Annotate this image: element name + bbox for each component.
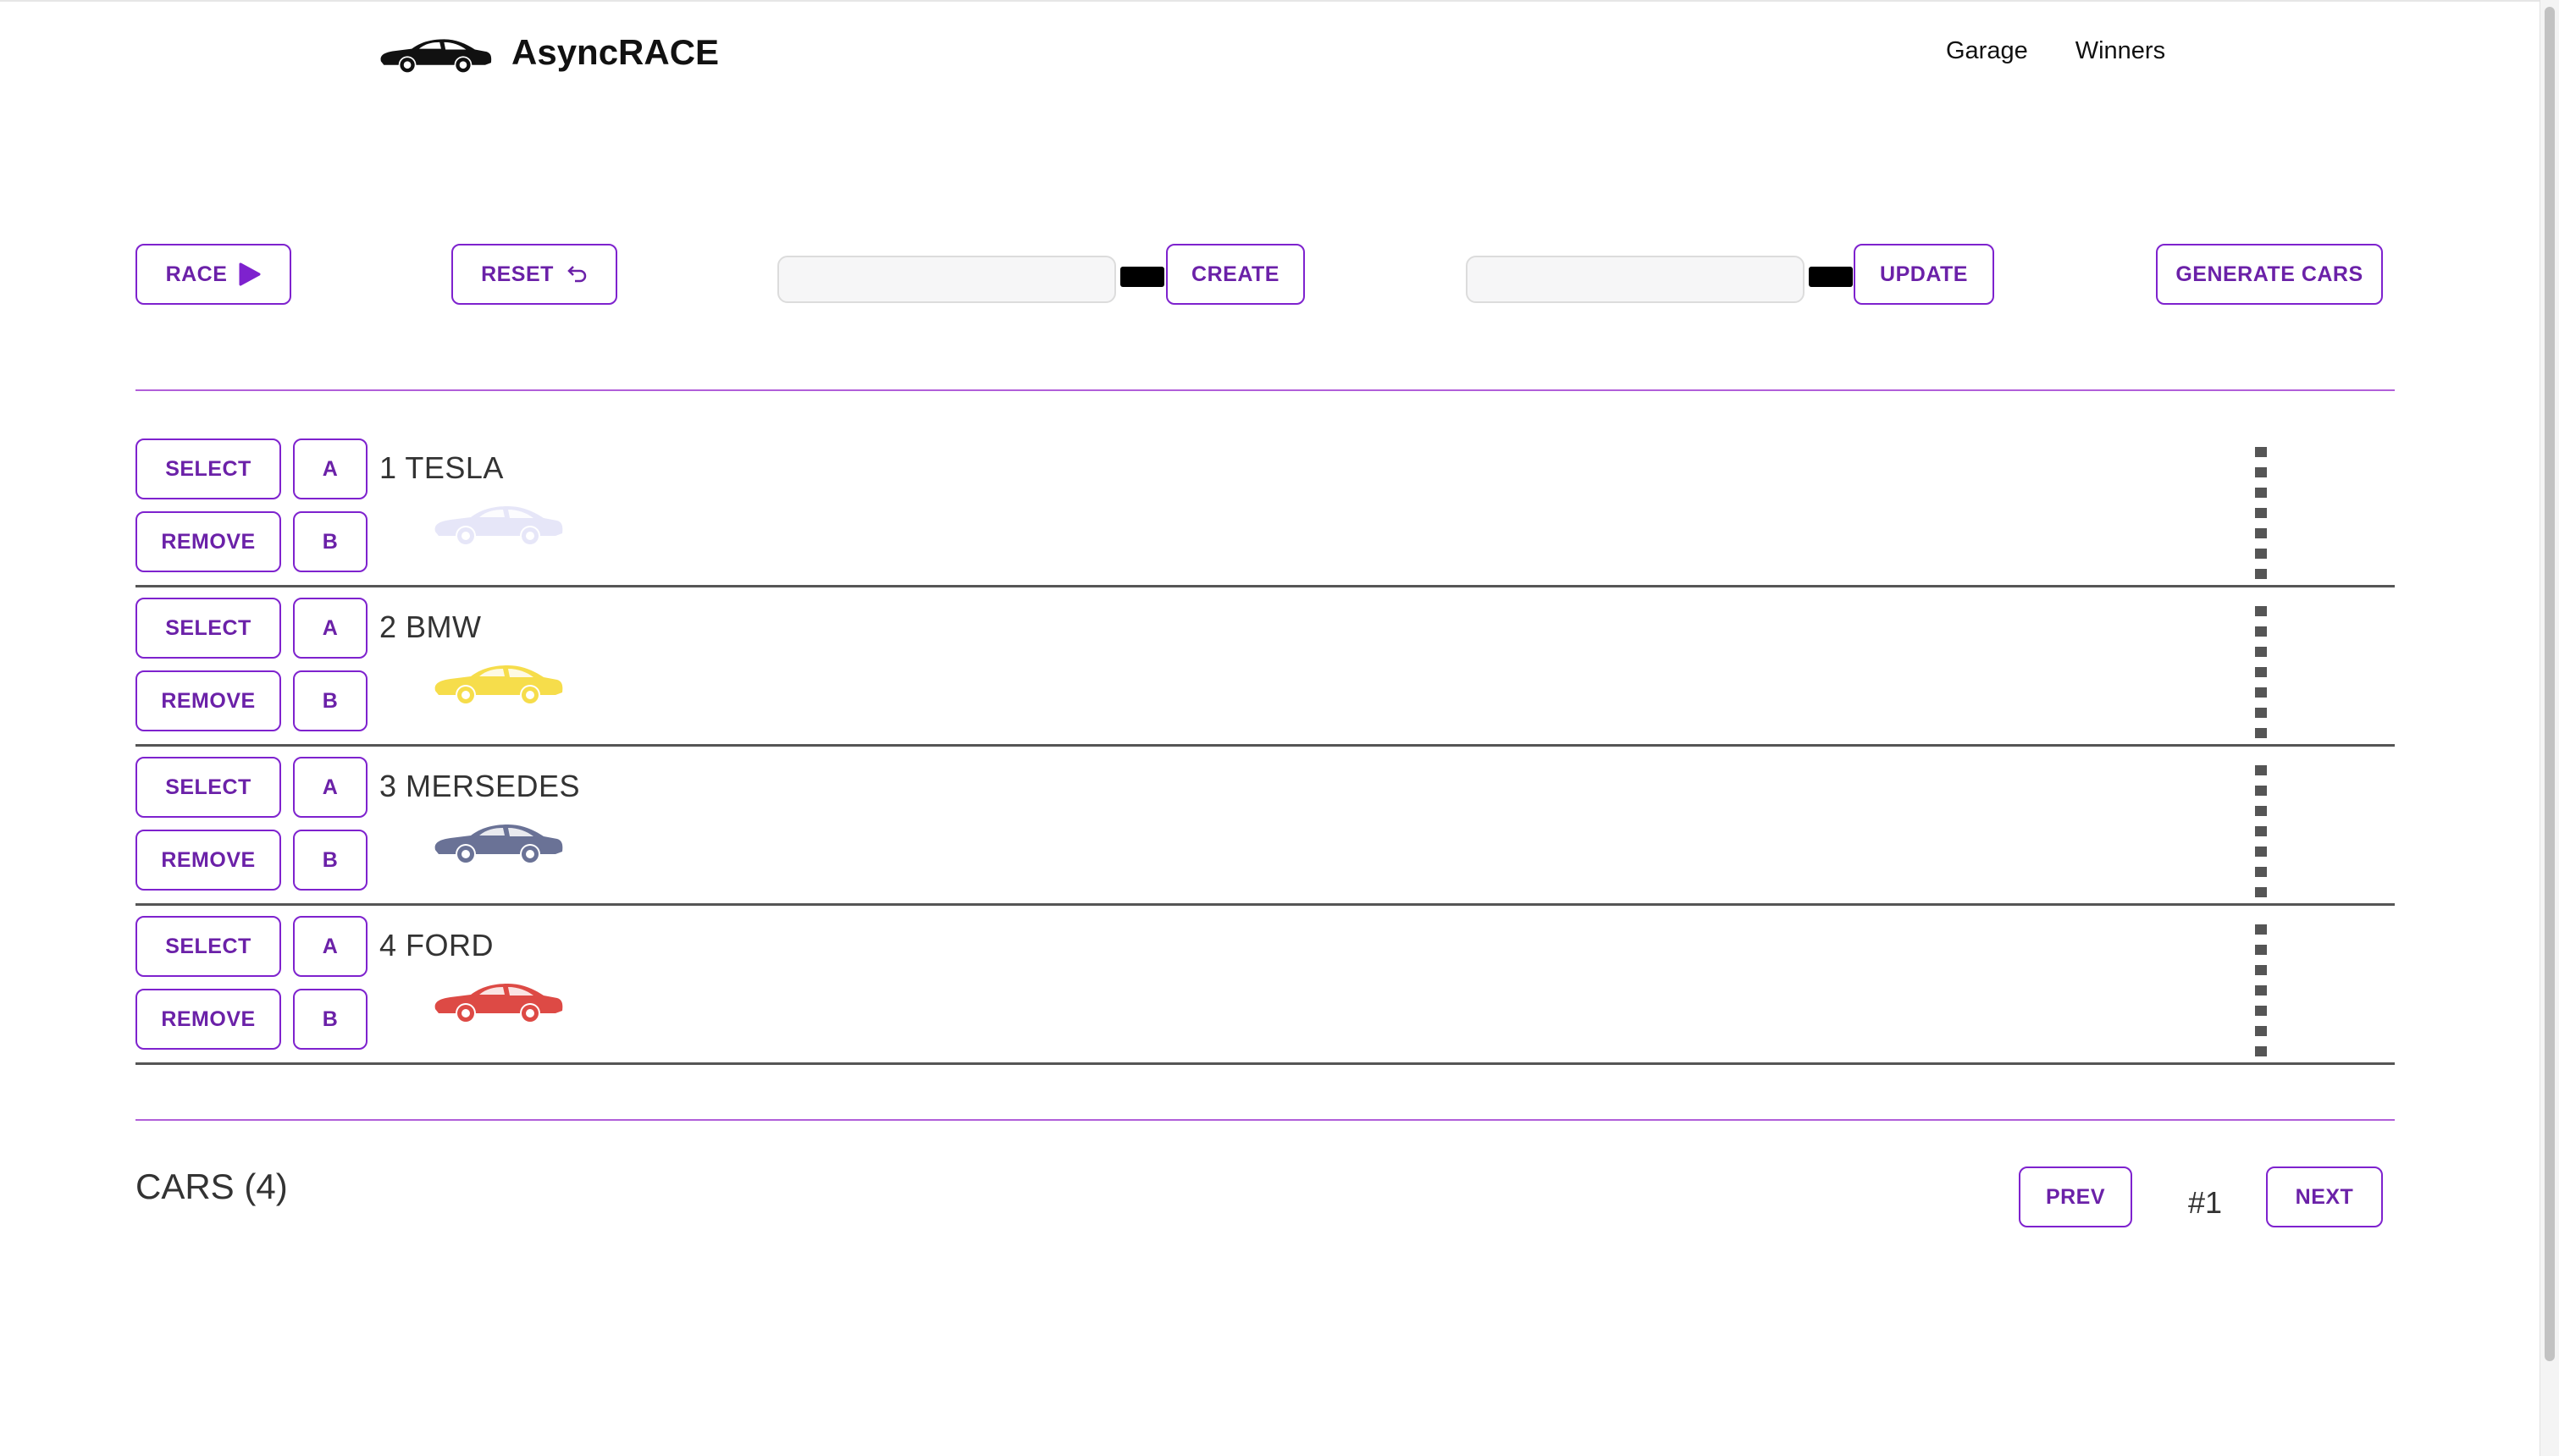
finish-line [2255, 765, 2267, 904]
garage-page: AsyncRACE Garage Winners RACE RESET CREA… [0, 0, 2540, 1456]
nav-winners[interactable]: Winners [2075, 37, 2165, 65]
race-button-label: RACE [165, 262, 228, 286]
top-divider [135, 389, 2395, 391]
remove-car-button[interactable]: REMOVE [135, 989, 281, 1050]
stop-engine-button[interactable]: B [293, 989, 368, 1050]
create-color-picker[interactable] [1120, 267, 1164, 287]
stop-engine-button[interactable]: B [293, 670, 368, 731]
prev-page-button[interactable]: PREV [2019, 1166, 2132, 1227]
cars-count: CARS (4) [135, 1166, 288, 1206]
car-icon[interactable] [430, 655, 566, 706]
page-scrollbar[interactable] [2540, 0, 2559, 1456]
logo-car-icon [380, 39, 492, 73]
select-car-button[interactable]: SELECT [135, 916, 281, 977]
select-car-button[interactable]: SELECT [135, 438, 281, 499]
race-button[interactable]: RACE [135, 244, 291, 305]
play-icon [239, 262, 261, 286]
start-engine-button[interactable]: A [293, 916, 368, 977]
bottom-divider [135, 1119, 2395, 1121]
remove-car-button[interactable]: REMOVE [135, 670, 281, 731]
app-title: AsyncRACE [511, 32, 720, 72]
stop-engine-button[interactable]: B [293, 511, 368, 572]
reset-button[interactable]: RESET [451, 244, 617, 305]
stop-engine-button[interactable]: B [293, 830, 368, 891]
update-color-picker[interactable] [1809, 267, 1853, 287]
page-number: #1 [2188, 1185, 2223, 1220]
finish-line [2255, 606, 2267, 745]
start-engine-button[interactable]: A [293, 757, 368, 818]
select-car-button[interactable]: SELECT [135, 598, 281, 659]
car-track: SELECT A REMOVE B 1 TESLA [135, 428, 2395, 587]
car-icon[interactable] [430, 814, 566, 865]
start-engine-button[interactable]: A [293, 438, 368, 499]
nav-garage[interactable]: Garage [1946, 37, 2028, 65]
generate-cars-button[interactable]: GENERATE CARS [2156, 244, 2383, 305]
update-button[interactable]: UPDATE [1854, 244, 1994, 305]
logo[interactable]: AsyncRACE [376, 30, 719, 74]
header: AsyncRACE Garage Winners [0, 2, 2540, 103]
create-name-input[interactable] [777, 256, 1116, 303]
car-track: SELECT A REMOVE B 4 FORD [135, 906, 2395, 1065]
car-name: 2 BMW [379, 609, 482, 644]
main-nav: Garage Winners [1946, 37, 2213, 65]
reset-button-label: RESET [481, 262, 554, 286]
select-car-button[interactable]: SELECT [135, 757, 281, 818]
finish-line [2255, 447, 2267, 586]
car-name: 3 MERSEDES [379, 769, 581, 803]
car-icon[interactable] [430, 496, 566, 547]
update-name-input[interactable] [1466, 256, 1805, 303]
car-track: SELECT A REMOVE B 3 MERSEDES [135, 747, 2395, 906]
scrollbar-thumb[interactable] [2545, 7, 2555, 1361]
car-name: 1 TESLA [379, 450, 504, 485]
next-page-button[interactable]: NEXT [2266, 1166, 2383, 1227]
create-button[interactable]: CREATE [1166, 244, 1305, 305]
car-name: 4 FORD [379, 928, 495, 962]
remove-car-button[interactable]: REMOVE [135, 830, 281, 891]
remove-car-button[interactable]: REMOVE [135, 511, 281, 572]
undo-icon [566, 264, 588, 284]
finish-line [2255, 924, 2267, 1063]
car-icon[interactable] [430, 973, 566, 1024]
start-engine-button[interactable]: A [293, 598, 368, 659]
car-track: SELECT A REMOVE B 2 BMW [135, 587, 2395, 747]
